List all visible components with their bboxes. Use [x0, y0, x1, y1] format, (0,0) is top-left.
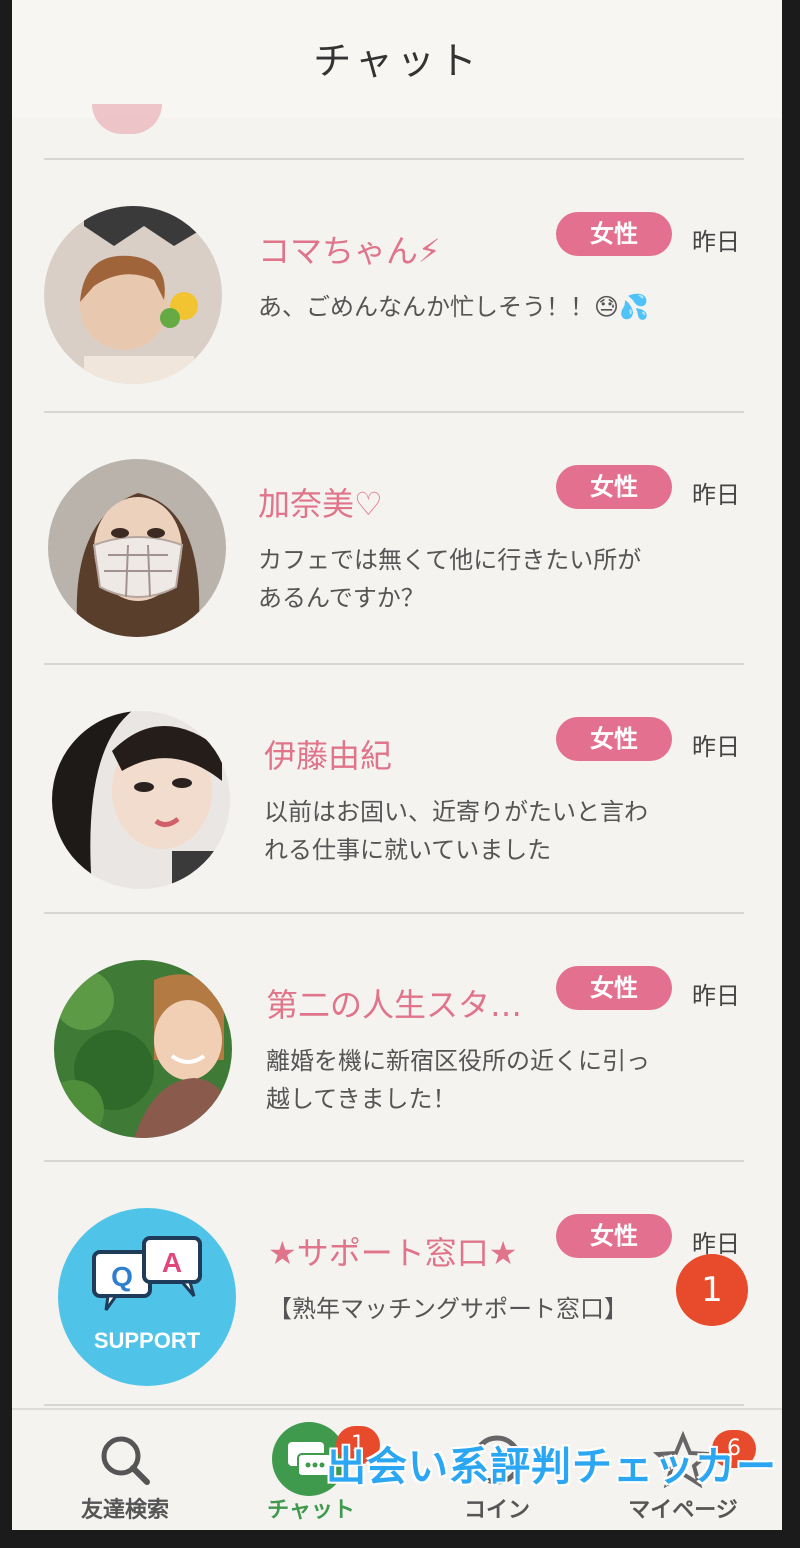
chat-date: 昨日 — [692, 733, 740, 761]
gender-badge: 女性 — [556, 966, 672, 1010]
tab-label: 友達検索 — [80, 1498, 169, 1523]
tab-friend-search[interactable]: 友達検索 — [50, 1410, 200, 1530]
page-title: チャット — [313, 39, 481, 83]
chat-name: ★サポート窓口★ — [268, 1234, 518, 1272]
svg-text:A: A — [162, 1247, 182, 1278]
chat-name: 伊藤由紀 — [264, 737, 393, 775]
chat-date: 昨日 — [692, 228, 740, 256]
chat-row[interactable]: コマちゃん⚡ 女性 昨日 あ、ごめんなんか忙しそう！！😓💦 — [12, 160, 782, 410]
divider — [44, 1404, 744, 1406]
chat-row[interactable]: Q A SUPPORT ★サポート窓口★ 女性 昨日 【熟年マッチングサポート窓… — [12, 1162, 782, 1412]
gender-badge: 女性 — [556, 212, 672, 256]
avatar — [54, 960, 232, 1138]
search-icon — [101, 1436, 150, 1485]
gender-badge: 女性 — [556, 465, 672, 509]
qa-icon: Q A — [92, 1236, 202, 1311]
gender-badge: 女性 — [556, 717, 672, 761]
tab-label: チャット — [267, 1498, 355, 1523]
avatar — [52, 711, 230, 889]
chat-message: あ、ごめんなんか忙しそう！！😓💦 — [258, 293, 649, 321]
chat-message: カフェでは無くて他に行きたい所があるんですか？ — [258, 546, 642, 612]
tab-label: マイページ — [628, 1498, 738, 1523]
avatar — [44, 206, 222, 384]
chat-row[interactable]: 第二の人生スタ… 女性 昨日 離婚を機に新宿区役所の近くに引っ越してきました！ — [12, 914, 782, 1164]
chat-name: 加奈美♡ — [258, 485, 383, 523]
chat-date: 昨日 — [692, 481, 740, 509]
chat-message: 【熟年マッチングサポート窓口】 — [268, 1295, 628, 1323]
chat-message: 離婚を機に新宿区役所の近くに引っ越してきました！ — [266, 1047, 650, 1113]
chat-message: 以前はお固い、近寄りがたいと言われる仕事に就いていました — [264, 798, 648, 864]
avatar — [48, 459, 226, 637]
partial-avatar — [92, 104, 162, 134]
chat-name: コマちゃん⚡ — [258, 232, 441, 270]
chat-row[interactable]: 加奈美♡ 女性 昨日 カフェでは無くて他に行きたい所があるんですか？ — [12, 413, 782, 663]
support-label: SUPPORT — [93, 1328, 201, 1353]
svg-text:Q: Q — [111, 1261, 133, 1292]
gender-badge: 女性 — [556, 1214, 672, 1258]
chat-screen: チャット コマちゃん⚡ 女性 昨日 あ、ごめんなんか忙しそう！！😓💦 加奈美♡ … — [12, 0, 782, 1530]
chat-date: 昨日 — [692, 982, 740, 1010]
chat-row[interactable]: 伊藤由紀 女性 昨日 以前はお固い、近寄りがたいと言われる仕事に就いていました — [12, 665, 782, 915]
chat-name: 第二の人生スタ… — [266, 986, 523, 1024]
support-avatar: Q A SUPPORT — [58, 1208, 236, 1386]
tab-label: コイン — [463, 1498, 530, 1523]
header: チャット — [12, 0, 782, 134]
watermark-text: 出会い系評判チェッカー — [326, 1444, 777, 1490]
unread-badge: 1 — [676, 1254, 748, 1326]
